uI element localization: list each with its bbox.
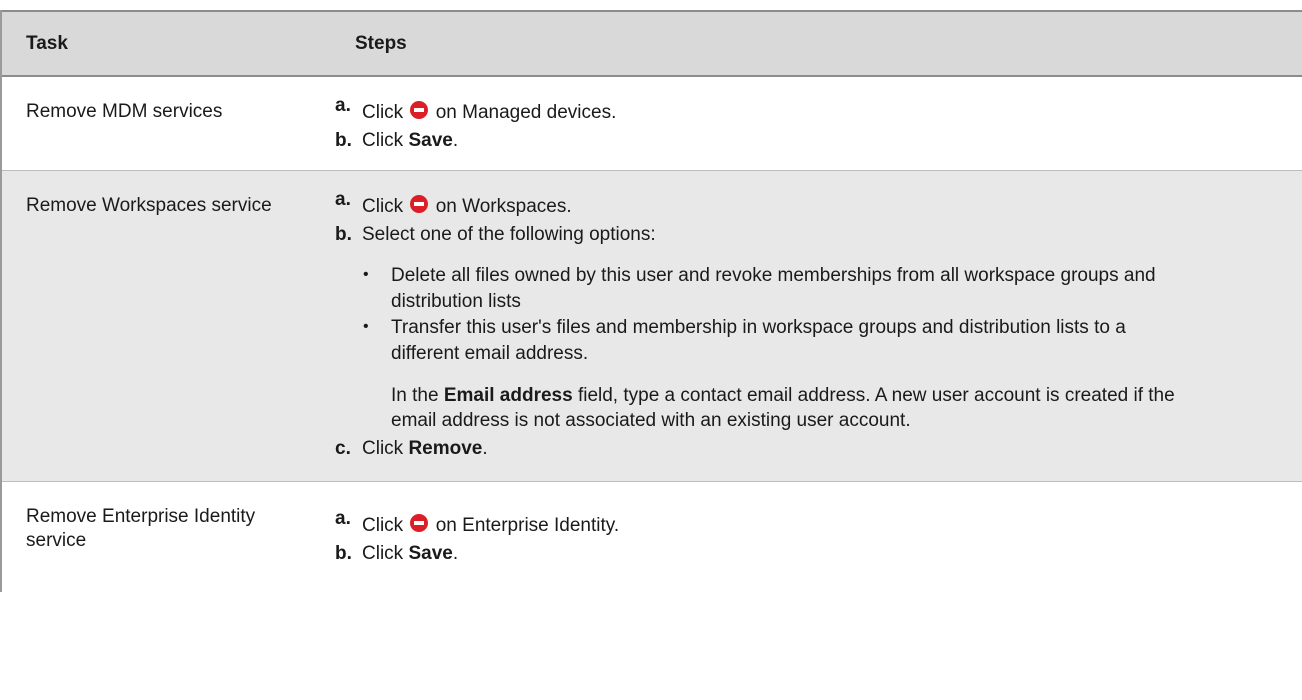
email-address-ref: Email address — [443, 385, 573, 406]
step-text: Click on Workspaces. — [362, 195, 572, 217]
table-row: Remove MDM services a. Click on Managed … — [2, 77, 1302, 171]
table-row: Remove Workspaces service a. Click on Wo… — [2, 171, 1302, 482]
step-item: a. Click on Enterprise Identity. — [331, 508, 1302, 536]
remove-circle-icon — [410, 195, 429, 213]
steps-cell: a. Click on Workspaces. b. Select one of… — [331, 171, 1302, 481]
list-item: • Transfer this user's files and members… — [363, 315, 1302, 367]
step-text: Click on Enterprise Identity. — [362, 514, 620, 536]
step-text: Select one of the following options: — [362, 224, 656, 245]
remove-circle-icon — [410, 514, 429, 532]
list-item: • Delete all files owned by this user an… — [363, 263, 1302, 315]
step-label: b. — [335, 130, 352, 151]
email-note: In the Email address field, type a conta… — [391, 385, 1175, 431]
step-text: Click Save. — [362, 543, 459, 564]
step-item: c. Click Remove. — [331, 437, 1302, 461]
bullet-icon: • — [363, 318, 369, 335]
task-cell: Remove Workspaces service — [26, 195, 272, 216]
step-item: b. Click Save. — [331, 129, 1302, 153]
options-list: • Delete all files owned by this user an… — [331, 263, 1302, 367]
step-text: Click Remove. — [362, 438, 488, 459]
step-item: b. Click Save. — [331, 542, 1302, 566]
step-text: Click on Managed devices. — [362, 101, 617, 123]
remove-ref: Remove — [408, 438, 483, 459]
save-ref: Save — [408, 543, 453, 564]
step-label: a. — [335, 95, 351, 116]
step-label: b. — [335, 543, 352, 564]
task-steps-table: Task Steps Remove MDM services a. Click … — [0, 10, 1302, 592]
step-label: b. — [335, 224, 352, 245]
remove-circle-icon — [410, 101, 429, 119]
step-label: c. — [335, 438, 351, 459]
bullet-icon: • — [363, 266, 369, 283]
save-ref: Save — [408, 130, 453, 151]
step-item: a. Click on Managed devices. — [331, 95, 1302, 123]
step-label: a. — [335, 508, 351, 529]
table-row: Remove Enterprise Identity service a. Cl… — [2, 482, 1302, 592]
step-item: b. Select one of the following options: — [331, 223, 1302, 247]
steps-cell: a. Click on Enterprise Identity. b. Clic… — [331, 482, 1302, 592]
step-item: a. Click on Workspaces. — [331, 189, 1302, 217]
table-header: Task Steps — [2, 10, 1302, 77]
step-label: a. — [335, 189, 351, 210]
task-cell: Remove Enterprise Identity service — [26, 506, 256, 551]
task-cell: Remove MDM services — [26, 101, 223, 122]
step-text: Click Save. — [362, 130, 459, 151]
header-task: Task — [26, 33, 68, 54]
header-steps: Steps — [355, 33, 407, 54]
steps-cell: a. Click on Managed devices. b. Click Sa… — [331, 77, 1302, 170]
